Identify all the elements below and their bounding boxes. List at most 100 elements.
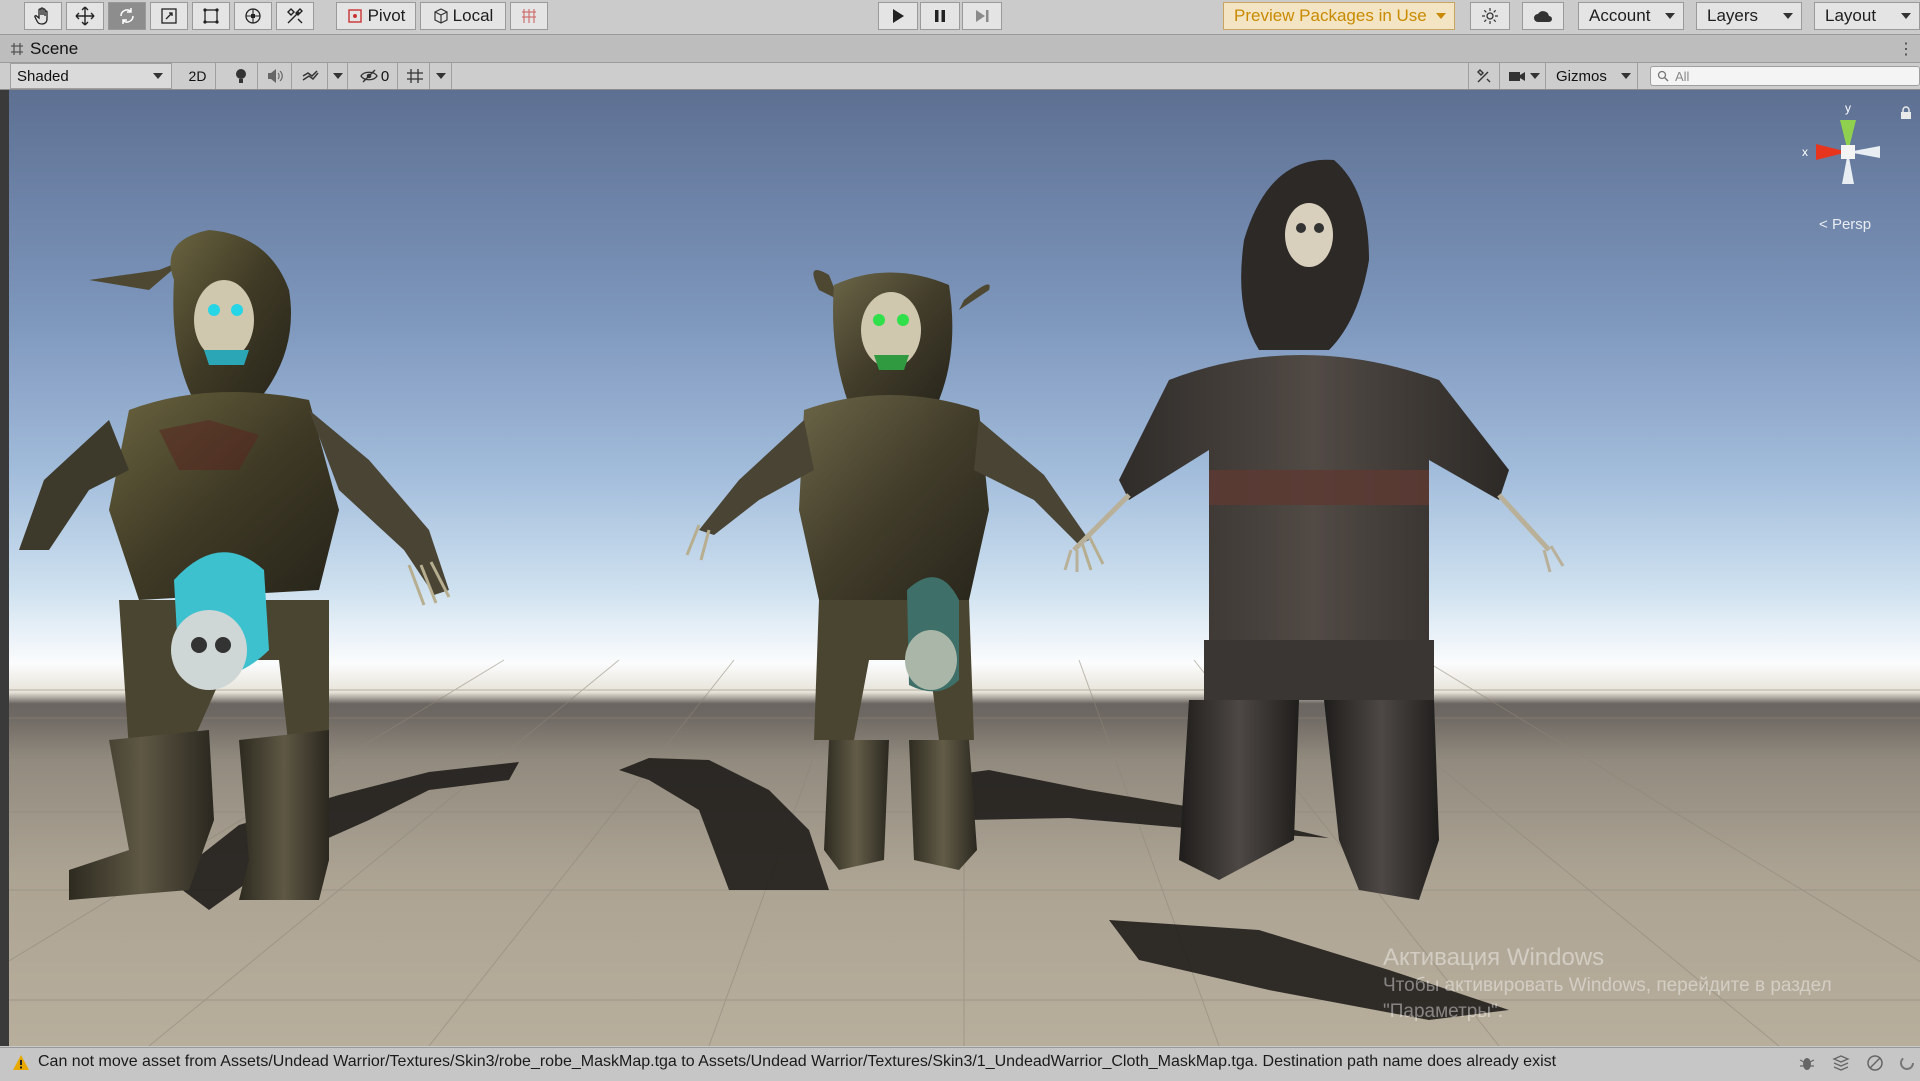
layout-label: Layout <box>1825 6 1877 25</box>
gizmos-label: Gizmos <box>1556 67 1607 85</box>
left-panel-edge <box>0 90 9 1046</box>
shading-mode-label: Shaded <box>17 67 69 85</box>
chevron-left-icon: < <box>1819 216 1828 233</box>
sun-gear-icon <box>1482 8 1498 24</box>
hidden-count: 0 <box>380 67 390 85</box>
search-icon <box>1657 70 1669 82</box>
layers-label: Layers <box>1707 6 1759 25</box>
account-label: Account <box>1589 6 1651 25</box>
play-icon <box>893 9 904 23</box>
preview-packages-label: Preview Packages in Use <box>1234 6 1427 25</box>
tools-icon <box>287 8 303 24</box>
move-icon <box>75 6 95 26</box>
layout-dropdown[interactable]: Layout <box>1814 2 1920 30</box>
pause-icon <box>935 10 945 22</box>
scene-tab-label: Scene <box>30 38 79 58</box>
grid-dropdown[interactable] <box>430 63 452 89</box>
scene-viewport[interactable]: y x <box>9 90 1920 1046</box>
scene-tools-button[interactable] <box>1468 63 1500 89</box>
play-button[interactable] <box>878 2 918 30</box>
chevron-down-icon <box>1783 13 1793 19</box>
services-button[interactable] <box>1470 2 1510 30</box>
hand-tool-button[interactable] <box>24 2 62 30</box>
x-axis-label: x <box>1802 145 1808 159</box>
chevron-down-icon <box>1621 73 1631 79</box>
move-tool-button[interactable] <box>66 2 104 30</box>
orientation-gizmo[interactable]: y x <box>1798 102 1898 222</box>
effects-toggle[interactable] <box>292 63 328 89</box>
projection-label: Persp <box>1831 216 1872 233</box>
grid-icon <box>406 69 423 83</box>
2d-label: 2D <box>188 68 207 84</box>
tools-icon <box>1477 69 1491 83</box>
chevron-down-icon <box>435 73 446 79</box>
bug-icon[interactable] <box>1798 1054 1816 1072</box>
rect-transform-icon <box>203 8 219 24</box>
main-toolbar: Pivot Local Preview Packages in Use Acco… <box>0 0 1920 35</box>
rotate-icon <box>120 8 134 24</box>
watermark-line2: "Параметры". <box>1383 1001 1504 1022</box>
undead-warrior-robed[interactable] <box>1039 120 1659 940</box>
layers-dropdown[interactable]: Layers <box>1696 2 1802 30</box>
stack-icon[interactable] <box>1832 1054 1850 1072</box>
chevron-down-icon <box>1436 13 1446 19</box>
camera-icon <box>1508 72 1525 81</box>
lightbulb-icon <box>235 69 246 83</box>
shading-mode-dropdown[interactable]: Shaded <box>10 63 172 89</box>
status-bar[interactable]: Can not move asset from Assets/Undead Wa… <box>0 1047 1920 1081</box>
custom-tool-button[interactable] <box>276 2 314 30</box>
scene-toolbar: Shaded 2D 0 Gizmos All <box>0 63 1920 90</box>
local-toggle[interactable]: Local <box>420 2 506 30</box>
step-icon <box>976 10 989 22</box>
audio-toggle[interactable] <box>258 63 292 89</box>
eye-slash-icon <box>360 69 378 83</box>
kebab-menu-icon[interactable]: ⋮ <box>1898 39 1914 59</box>
cloud-icon <box>1534 11 1552 22</box>
account-dropdown[interactable]: Account <box>1578 2 1684 30</box>
effects-icon <box>302 70 319 81</box>
tab-bar: Scene ⋮ <box>0 35 1920 63</box>
hidden-objects-toggle[interactable]: 0 <box>352 63 398 89</box>
grid-snap-icon <box>522 9 536 23</box>
pivot-label: Pivot <box>367 6 406 25</box>
watermark-title: Активация Windows <box>1383 944 1605 971</box>
chevron-down-icon <box>1665 13 1675 19</box>
local-cube-icon <box>434 8 448 24</box>
speaker-icon <box>267 69 283 83</box>
effects-dropdown[interactable] <box>328 63 348 89</box>
gizmos-dropdown[interactable]: Gizmos <box>1550 63 1638 89</box>
snap-toggle[interactable] <box>510 2 548 30</box>
chevron-down-icon <box>1901 13 1911 19</box>
camera-dropdown[interactable] <box>1502 63 1546 89</box>
pause-button[interactable] <box>920 2 960 30</box>
pivot-icon <box>347 9 362 23</box>
cloud-button[interactable] <box>1522 2 1564 30</box>
lighting-toggle[interactable] <box>224 63 258 89</box>
scale-tool-button[interactable] <box>150 2 188 30</box>
hand-icon <box>34 7 48 25</box>
tab-scene[interactable]: Scene <box>10 35 78 62</box>
grid-toggle[interactable] <box>400 63 430 89</box>
rect-tool-button[interactable] <box>192 2 230 30</box>
chevron-down-icon <box>332 73 343 79</box>
step-button[interactable] <box>962 2 1002 30</box>
lock-icon[interactable] <box>1900 106 1912 120</box>
watermark-line1: Чтобы активировать Windows, перейдите в … <box>1383 975 1832 996</box>
transform-tool-button[interactable] <box>234 2 272 30</box>
progress-icon[interactable] <box>1898 1054 1916 1072</box>
pivot-toggle[interactable]: Pivot <box>336 2 416 30</box>
undead-warrior-armored-cyan[interactable] <box>9 170 489 910</box>
chevron-down-icon <box>1529 73 1540 79</box>
projection-toggle[interactable]: < Persp <box>1819 216 1871 233</box>
warning-icon <box>13 1055 29 1070</box>
preview-packages-dropdown[interactable]: Preview Packages in Use <box>1223 2 1455 30</box>
gizmo-center-cube[interactable] <box>1841 145 1855 159</box>
windows-activation-watermark: Активация Windows Чтобы активировать Win… <box>1383 942 1832 1025</box>
rotate-tool-button[interactable] <box>108 2 146 30</box>
no-entry-icon[interactable] <box>1866 1054 1884 1072</box>
2d-toggle[interactable]: 2D <box>180 63 216 89</box>
status-message[interactable]: Can not move asset from Assets/Undead Wa… <box>38 1053 1556 1071</box>
scale-icon <box>161 8 177 24</box>
search-placeholder: All <box>1675 68 1690 84</box>
scene-search-input[interactable]: All <box>1650 66 1920 86</box>
